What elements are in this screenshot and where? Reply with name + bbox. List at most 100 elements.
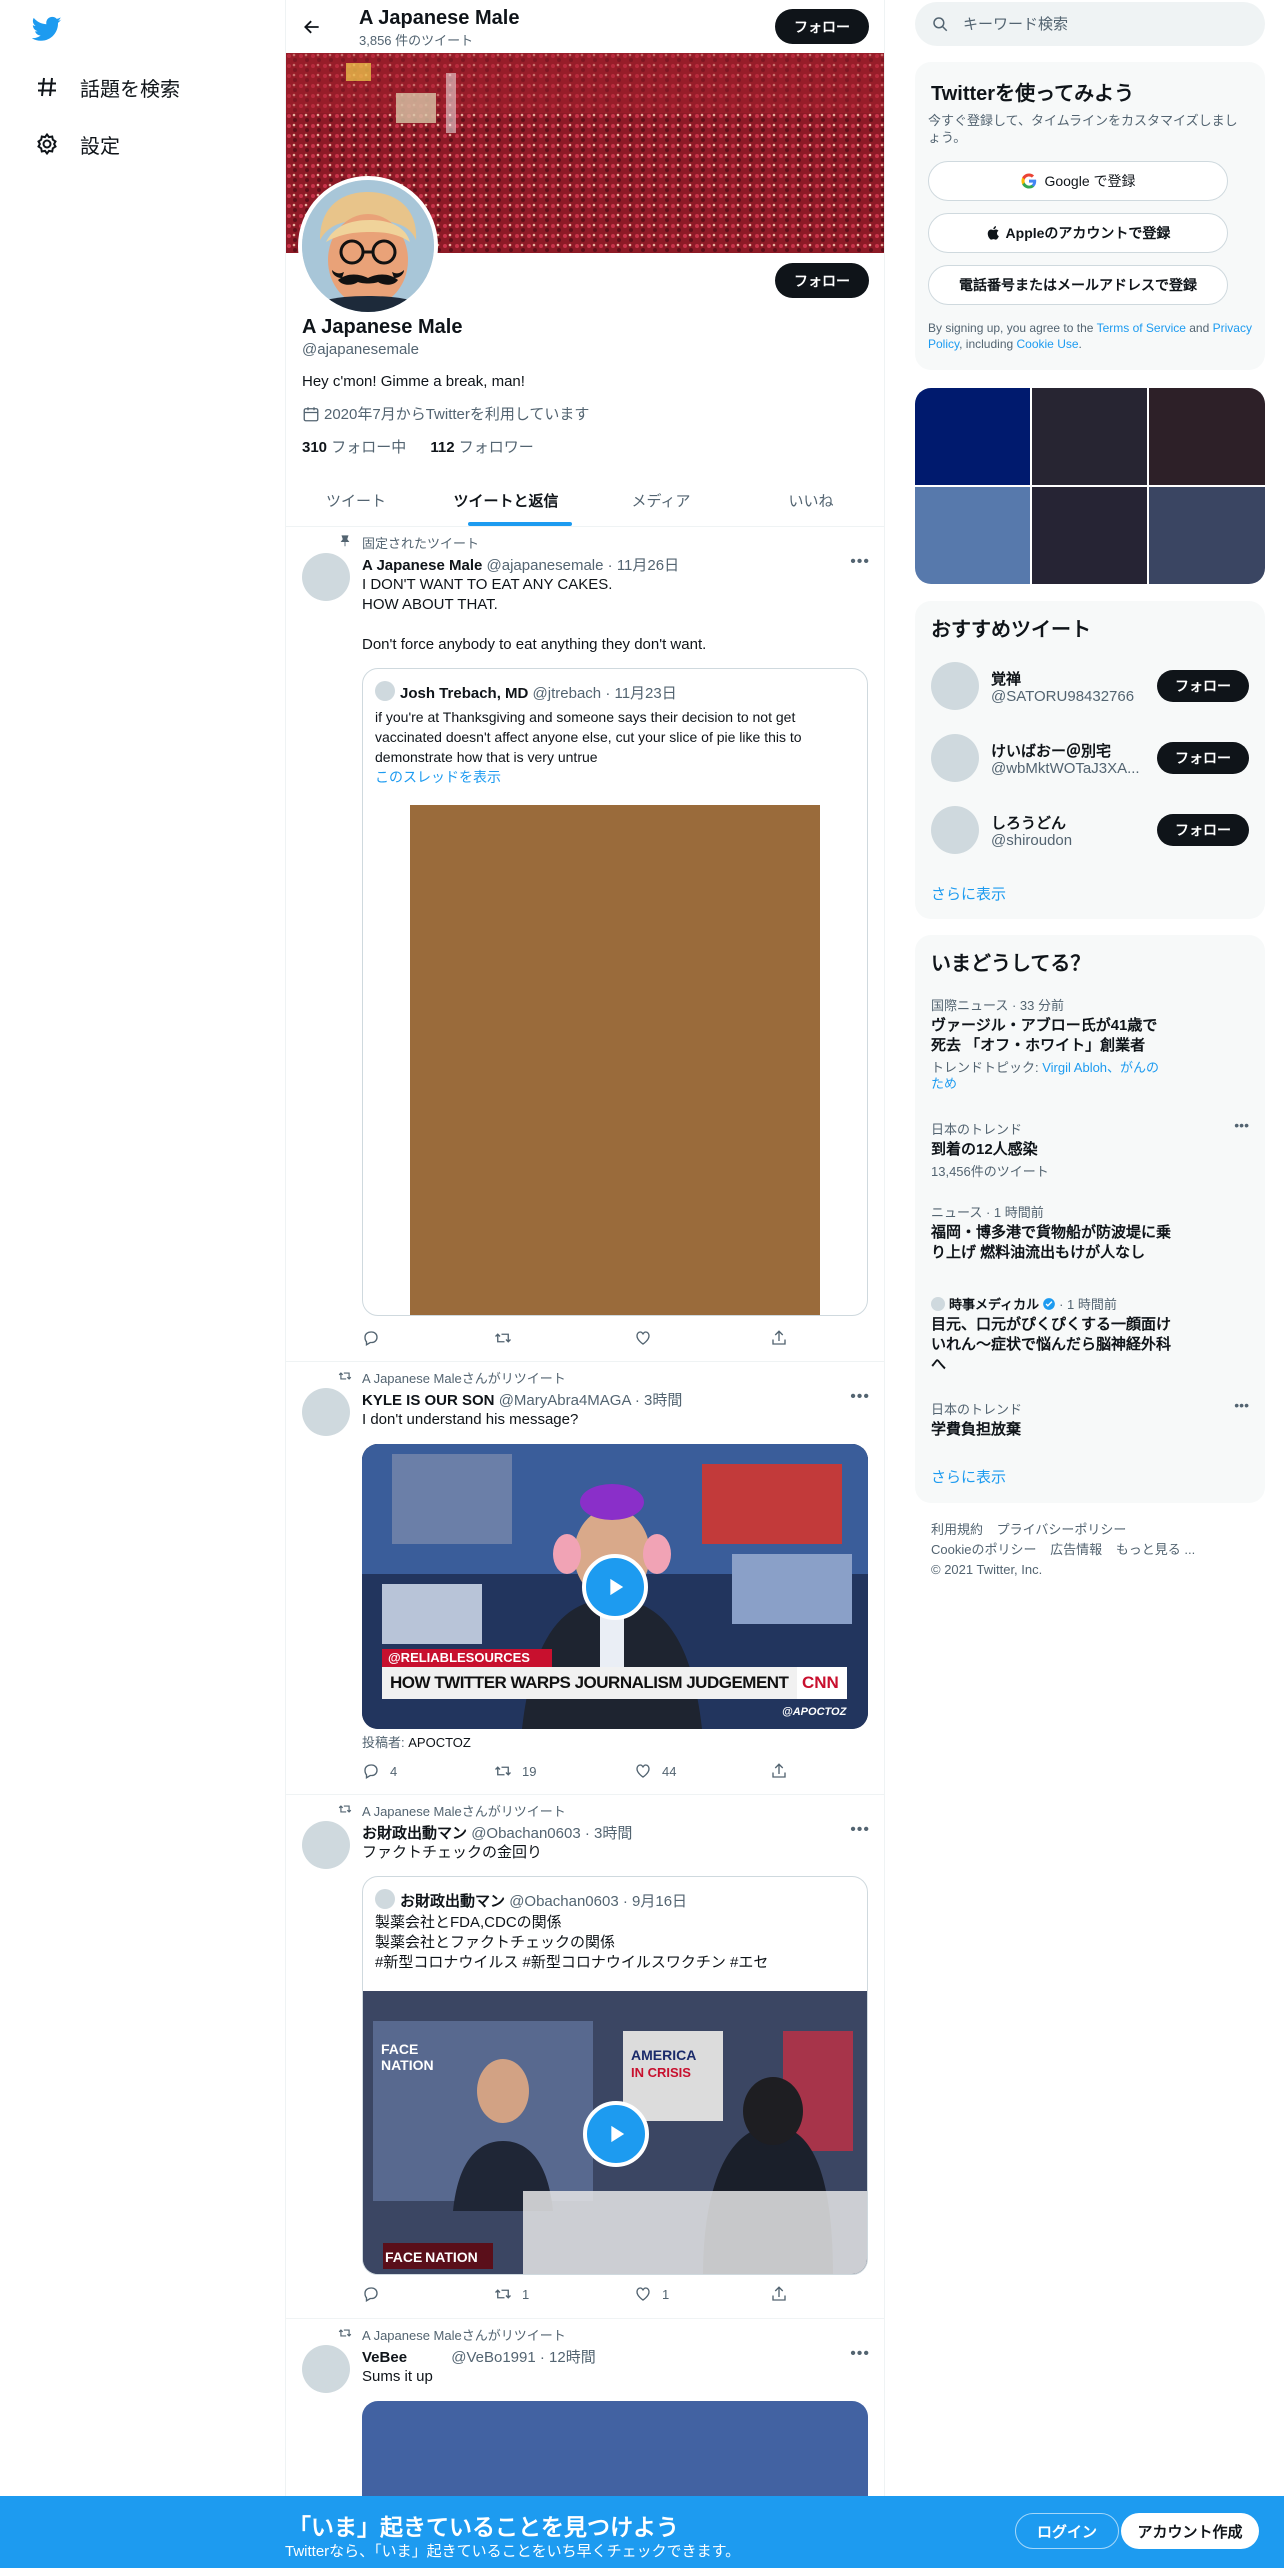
- terms-link[interactable]: Terms of Service: [1097, 321, 1186, 335]
- tab-media[interactable]: メディア: [586, 474, 736, 527]
- trends-show-more[interactable]: さらに表示: [931, 1466, 1006, 1487]
- tweet-author-handle[interactable]: @MaryAbra4MAGA: [499, 1392, 631, 1409]
- poster-name[interactable]: APOCTOZ: [408, 1735, 471, 1750]
- signup-button[interactable]: アカウント作成: [1121, 2513, 1259, 2549]
- tweet-retweeted[interactable]: A Japanese Maleさんがリツイート お財政出動マン @Obachan…: [286, 1795, 884, 2319]
- profile-follow-button[interactable]: フォロー: [775, 263, 869, 298]
- tweet-time[interactable]: · 11月26日: [608, 557, 679, 574]
- tab-tweets[interactable]: ツイート: [286, 474, 426, 527]
- avatar[interactable]: [931, 734, 979, 782]
- retweet-button[interactable]: 1: [494, 2285, 529, 2303]
- avatar[interactable]: [302, 1388, 350, 1436]
- media-thumb[interactable]: [1032, 487, 1147, 584]
- follow-button[interactable]: フォロー: [1157, 742, 1249, 774]
- trend-meta: 時事メディカル · 1 時間前: [931, 1294, 1249, 1313]
- tweet-author-name[interactable]: お財政出動マン: [362, 1825, 467, 1842]
- trend-item[interactable]: ニュース · 1 時間前 福岡・博多港で貨物船が防波堤に乗り上げ 燃料油流出もけ…: [931, 1202, 1249, 1263]
- tweet-author-name[interactable]: VeBee: [362, 2349, 407, 2366]
- media-thumb[interactable]: [1149, 487, 1265, 584]
- footer-links: 利用規約 プライバシーポリシー Cookieのポリシー 広告情報 もっと見る .…: [931, 1520, 1195, 1580]
- apple-signup-button[interactable]: Appleのアカウントで登録: [928, 213, 1228, 253]
- phone-signup-button[interactable]: 電話番号またはメールアドレスで登録: [928, 265, 1228, 305]
- retweet-button[interactable]: [494, 1329, 522, 1347]
- avatar[interactable]: [931, 806, 979, 854]
- profile-avatar[interactable]: [298, 176, 438, 316]
- follow-button[interactable]: フォロー: [1157, 670, 1249, 702]
- more-options-icon[interactable]: •••: [850, 1388, 870, 1406]
- more-options-icon[interactable]: •••: [850, 1821, 870, 1839]
- tweet-video[interactable]: @RELIABLESOURCES HOW TWITTER WARPS JOURN…: [362, 1444, 868, 1729]
- tweet-author-handle[interactable]: @Obachan0603: [471, 1825, 580, 1842]
- show-thread-link[interactable]: このスレッドを表示: [375, 767, 501, 787]
- cookie-link[interactable]: Cookie Use: [1017, 337, 1079, 351]
- search-box[interactable]: [915, 2, 1265, 46]
- media-thumb[interactable]: [1149, 388, 1265, 485]
- twitter-logo-icon[interactable]: [31, 14, 66, 44]
- following-link[interactable]: 310 フォロー中: [302, 439, 406, 456]
- nav-explore[interactable]: 話題を検索: [34, 67, 180, 107]
- tweet-author-handle[interactable]: @ajapanesemale: [487, 557, 604, 574]
- trend-item[interactable]: 日本のトレンド 到着の12人感染 13,456件のツイート •••: [931, 1117, 1249, 1180]
- tweet-author-name[interactable]: A Japanese Male: [362, 557, 482, 574]
- tweet-author-handle[interactable]: @VeBo1991: [451, 2349, 535, 2366]
- avatar[interactable]: [931, 662, 979, 710]
- share-button[interactable]: [770, 1762, 798, 1780]
- quoted-media-image[interactable]: [410, 805, 820, 1315]
- bottom-bar-subtitle: Twitterなら、「いま」起きていることをいち早くチェックできます。: [285, 2543, 741, 2560]
- share-button[interactable]: [770, 2285, 798, 2303]
- trend-item[interactable]: 日本のトレンド 学費負担放棄 •••: [931, 1397, 1249, 1440]
- reply-button[interactable]: 4: [362, 1762, 397, 1780]
- login-button[interactable]: ログイン: [1015, 2513, 1119, 2549]
- tweet-pinned[interactable]: 固定されたツイート A Japanese Male @ajapanesemale…: [286, 527, 884, 1362]
- footer-ads-link[interactable]: 広告情報: [1050, 1542, 1102, 1557]
- tweet-time[interactable]: · 3時間: [635, 1392, 683, 1409]
- tab-tweets-and-replies[interactable]: ツイートと返信: [426, 474, 586, 527]
- like-button[interactable]: [634, 1329, 662, 1347]
- quoted-video[interactable]: FACE NATION FACE NATION AMERICA IN CRISI…: [363, 1991, 867, 2274]
- like-button[interactable]: 44: [634, 1762, 676, 1780]
- trend-item[interactable]: 国際ニュース · 33 分前 ヴァージル・アブロー氏が41歳で死去 「オフ・ホワ…: [931, 995, 1249, 1092]
- media-thumb[interactable]: [915, 388, 1030, 485]
- more-options-icon[interactable]: •••: [1234, 1397, 1249, 1413]
- recommended-user[interactable]: 覚禅 @SATORU98432766 フォロー: [915, 650, 1265, 722]
- google-signup-button[interactable]: Google で登録: [928, 161, 1228, 201]
- recommended-user[interactable]: しろうどん @shiroudon フォロー: [915, 794, 1265, 866]
- follow-button[interactable]: フォロー: [1157, 814, 1249, 846]
- footer-privacy-link[interactable]: プライバシーポリシー: [997, 1522, 1127, 1537]
- recommended-user[interactable]: けいばおー＠別宅 @wbMktWOTaJ3XA... フォロー: [915, 722, 1265, 794]
- more-options-icon[interactable]: •••: [1234, 1117, 1249, 1133]
- media-thumb[interactable]: [1032, 388, 1147, 485]
- media-photo-grid: [915, 388, 1265, 584]
- recommend-show-more[interactable]: さらに表示: [931, 883, 1006, 904]
- tweet-time[interactable]: · 3時間: [585, 1825, 633, 1842]
- share-button[interactable]: [770, 1329, 798, 1347]
- retweet-button[interactable]: 19: [494, 1762, 536, 1780]
- footer-cookie-link[interactable]: Cookieのポリシー: [931, 1542, 1036, 1557]
- play-icon[interactable]: [583, 2101, 649, 2167]
- header-follow-button[interactable]: フォロー: [775, 9, 869, 44]
- quoted-tweet[interactable]: Josh Trebach, MD @jtrebach · 11月23日 if y…: [362, 668, 868, 1316]
- back-arrow-icon[interactable]: [298, 13, 326, 41]
- followers-link[interactable]: 112 フォロワー: [430, 439, 533, 456]
- more-options-icon[interactable]: •••: [850, 553, 870, 571]
- media-thumb[interactable]: [915, 487, 1030, 584]
- more-options-icon[interactable]: •••: [850, 2345, 870, 2363]
- tab-likes[interactable]: いいね: [736, 474, 884, 527]
- footer-more-link[interactable]: もっと見る ...: [1116, 1542, 1195, 1557]
- trend-item[interactable]: 時事メディカル · 1 時間前 目元、口元がぴくぴくする一顔面けいれん～症状で悩…: [931, 1294, 1249, 1375]
- nav-settings[interactable]: 設定: [34, 124, 120, 164]
- reply-button[interactable]: [362, 2285, 390, 2303]
- tweet-author-name[interactable]: KYLE IS OUR SON: [362, 1392, 495, 1409]
- quoted-tweet[interactable]: お財政出動マン @Obachan0603 · 9月16日 製薬会社とFDA,CD…: [362, 1876, 868, 2275]
- play-icon[interactable]: [582, 1554, 648, 1620]
- search-input[interactable]: [963, 15, 1233, 33]
- like-button[interactable]: 1: [634, 2285, 669, 2303]
- avatar[interactable]: [302, 2345, 350, 2393]
- footer-terms-link[interactable]: 利用規約: [931, 1522, 983, 1537]
- reply-button[interactable]: [362, 1329, 390, 1347]
- avatar[interactable]: [302, 1821, 350, 1869]
- quoted-time: · 11月23日: [605, 685, 677, 702]
- avatar[interactable]: [302, 553, 350, 601]
- tweet-retweeted[interactable]: A Japanese Maleさんがリツイート KYLE IS OUR SON …: [286, 1362, 884, 1795]
- tweet-time[interactable]: · 12時間: [540, 2349, 596, 2366]
